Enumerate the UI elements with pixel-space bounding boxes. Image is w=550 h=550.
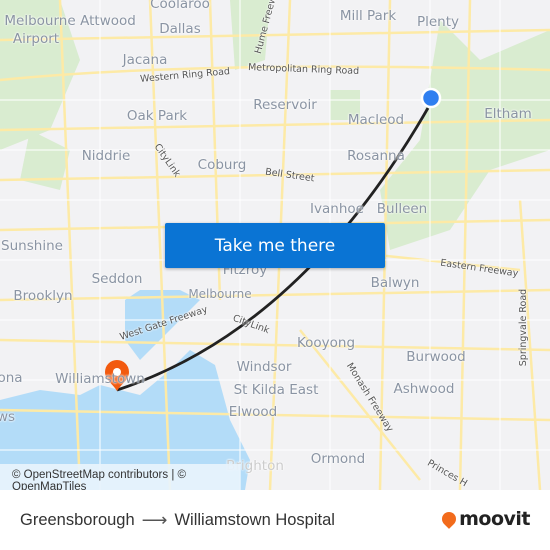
map-attribution[interactable]: © OpenStreetMap contributors | © OpenMap… bbox=[0, 464, 240, 490]
place-label: Plenty bbox=[416, 14, 460, 30]
place-label: Kooyong bbox=[296, 335, 356, 351]
place-label: Dallas bbox=[159, 21, 201, 37]
place-label: Melbourne bbox=[188, 287, 252, 301]
place-label: Balwyn bbox=[370, 275, 420, 291]
place-label: St Kilda East bbox=[233, 382, 319, 398]
place-label: Coburg bbox=[197, 157, 247, 173]
place-label: Airport bbox=[12, 31, 60, 47]
place-label: Mill Park bbox=[339, 8, 397, 24]
destination-label: Williamstown Hospital bbox=[174, 510, 335, 529]
place-label: Coolaroo bbox=[150, 0, 210, 12]
place-label: Ormond bbox=[310, 451, 366, 467]
place-label: Sunshine bbox=[1, 238, 63, 254]
place-label: Burwood bbox=[406, 349, 466, 365]
place-label: Ivanhoe bbox=[310, 201, 364, 217]
place-label: Rosanna bbox=[347, 148, 405, 164]
origin-label: Greensborough bbox=[20, 510, 135, 529]
place-label: ona bbox=[0, 370, 23, 386]
place-label: Oak Park bbox=[126, 108, 188, 124]
place-label: Macleod bbox=[347, 112, 405, 128]
place-label: Jacana bbox=[122, 52, 168, 68]
place-label: ws bbox=[0, 409, 16, 425]
map[interactable]: Coolaroo Mill Park Plenty Melbourne Attw… bbox=[0, 0, 550, 490]
origin-marker-icon bbox=[420, 87, 442, 109]
place-label: Seddon bbox=[91, 271, 143, 287]
place-label: Elwood bbox=[228, 404, 278, 420]
place-label: Ashwood bbox=[393, 381, 455, 397]
road-label: Springvale Road bbox=[518, 288, 530, 367]
moovit-logo[interactable]: moovit bbox=[439, 508, 530, 530]
brand-name: moovit bbox=[459, 508, 530, 530]
place-label: Reservoir bbox=[253, 97, 317, 113]
arrow-right-icon: ⟶ bbox=[141, 509, 168, 530]
place-label: Eltham bbox=[484, 106, 532, 122]
moovit-pin-icon bbox=[439, 509, 460, 529]
place-label: Melbourne bbox=[4, 13, 76, 29]
place-label: Attwood bbox=[80, 13, 136, 29]
place-label: Bulleen bbox=[376, 201, 428, 217]
place-label: Niddrie bbox=[81, 148, 131, 164]
take-me-there-button[interactable]: Take me there bbox=[165, 223, 385, 268]
place-label: Windsor bbox=[236, 359, 292, 375]
place-label: Brooklyn bbox=[13, 288, 73, 304]
place-label: Williamstown bbox=[55, 371, 145, 387]
